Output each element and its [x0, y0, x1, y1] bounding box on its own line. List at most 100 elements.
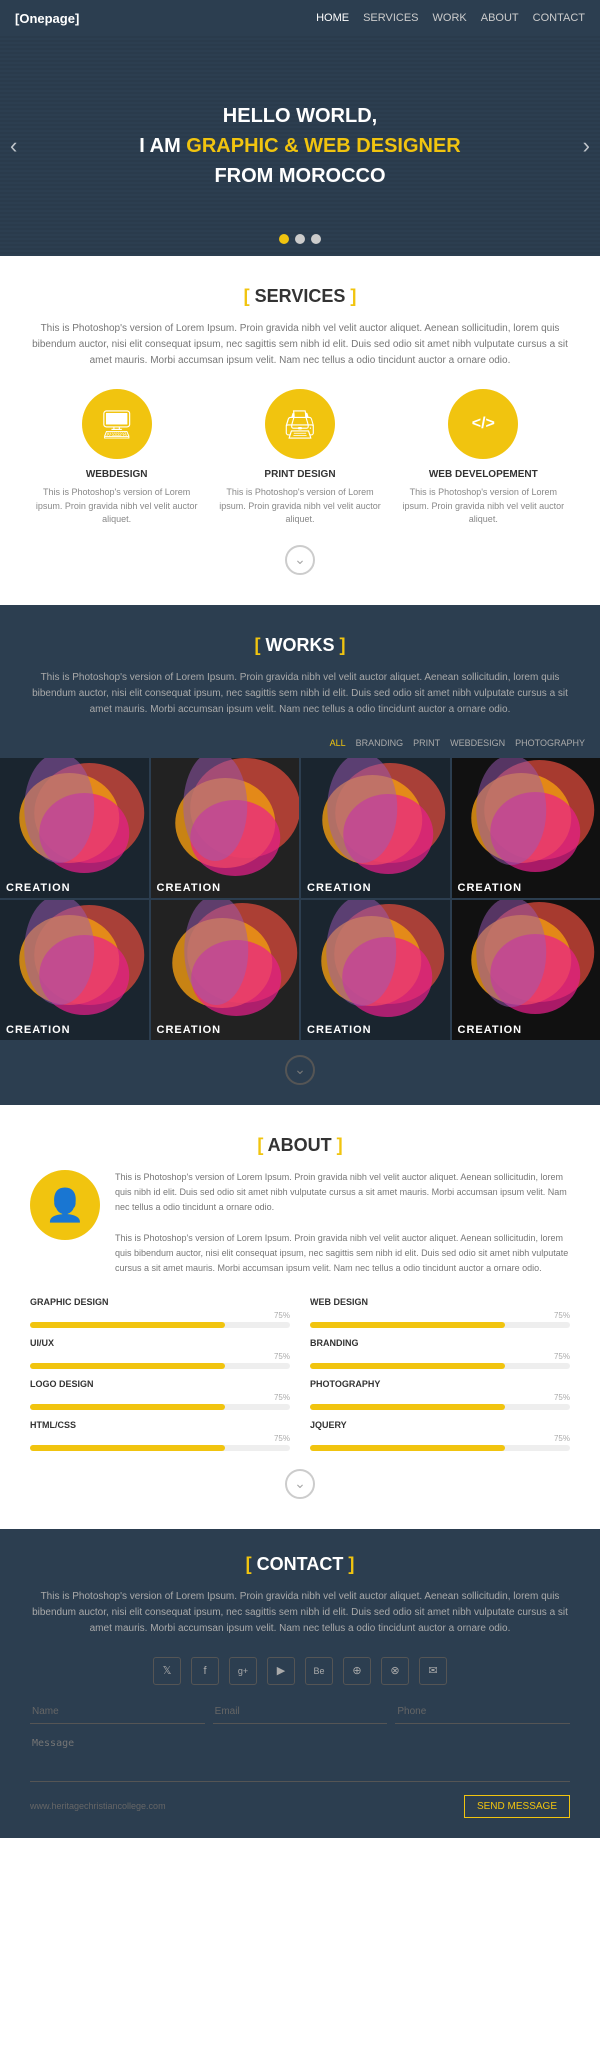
nav-link-about[interactable]: ABOUT [481, 12, 519, 24]
skill-uiux-label: UI/UX [30, 1338, 290, 1348]
skill-uiux-bar [30, 1363, 290, 1369]
contact-send-button[interactable]: SEND MESSAGE [464, 1795, 570, 1818]
works-description: This is Photoshop's version of Lorem Ips… [0, 670, 600, 718]
work-label-5: CREATION [0, 1020, 77, 1040]
skill-photography-label: PHOTOGRAPHY [310, 1379, 570, 1389]
nav-link-work[interactable]: WORK [433, 12, 467, 24]
about-title: [ ABOUT ] [30, 1135, 570, 1156]
work-item-2[interactable]: CREATION [151, 758, 300, 898]
social-facebook[interactable]: f [191, 1657, 219, 1685]
hero-dot-1[interactable] [279, 234, 289, 244]
hero-content: HELLO WORLD, I AM GRAPHIC & WEB DESIGNER… [139, 101, 461, 191]
work-art-4 [452, 758, 600, 898]
skill-jquery-label: JQUERY [310, 1420, 570, 1430]
work-art-2 [151, 758, 300, 898]
social-behance[interactable]: Be [305, 1657, 333, 1685]
work-item-8[interactable]: CREAtION [452, 900, 600, 1040]
filter-photography[interactable]: PHOTOGRAPHY [515, 738, 585, 748]
services-scroll-down[interactable]: ⌄ [30, 545, 570, 575]
contact-message-input[interactable] [30, 1732, 570, 1782]
skill-photography-fill [310, 1404, 505, 1410]
skill-graphic-design-bar [30, 1322, 290, 1328]
skill-branding: BRANDING 75% [310, 1338, 570, 1369]
work-item-1[interactable]: CREATION [0, 758, 149, 898]
hero-prev-arrow[interactable]: ‹ [10, 133, 17, 159]
contact-email-input[interactable] [213, 1700, 388, 1724]
hero-next-arrow[interactable]: › [583, 133, 590, 159]
contact-name-input[interactable] [30, 1700, 205, 1724]
print-desc: This is Photoshop's version of Lorem ips… [213, 486, 386, 527]
scroll-circle-works[interactable]: ⌄ [285, 1055, 315, 1085]
social-globe[interactable]: ⊕ [343, 1657, 371, 1685]
hero-dot-2[interactable] [295, 234, 305, 244]
work-art-7 [301, 900, 450, 1040]
skill-logo-design-bar [30, 1404, 290, 1410]
skill-graphic-design: GRAPHIC DESIGN 75% [30, 1297, 290, 1328]
navbar: [Onepage] HOME SERVICES WORK ABOUT CONTA… [0, 0, 600, 36]
skill-web-design: WEB DESIGN 75% [310, 1297, 570, 1328]
social-twitter[interactable]: 𝕏 [153, 1657, 181, 1685]
scroll-circle-about[interactable]: ⌄ [285, 1469, 315, 1499]
filter-print[interactable]: PRINT [413, 738, 440, 748]
works-scroll-down[interactable]: ⌄ [0, 1055, 600, 1085]
social-youtube[interactable]: ▶ [267, 1657, 295, 1685]
filter-branding[interactable]: BRANDING [356, 738, 404, 748]
webdev-icon: </> [448, 389, 518, 459]
contact-url: www.heritagechristiancollege.com [30, 1801, 166, 1811]
about-text-2: This is Photoshop's version of Lorem Ips… [115, 1231, 570, 1277]
work-item-6[interactable]: CREATION [151, 900, 300, 1040]
services-title-text: SERVICES [255, 286, 346, 306]
social-pinterest[interactable]: ⊗ [381, 1657, 409, 1685]
hero-dot-3[interactable] [311, 234, 321, 244]
skill-graphic-design-pct: 75% [30, 1311, 290, 1320]
work-label-3: CREATION [301, 878, 378, 898]
social-email[interactable]: ✉ [419, 1657, 447, 1685]
service-print: 🖨 PRINT DESIGN This is Photoshop's versi… [213, 389, 386, 527]
hero-section: ‹ HELLO WORLD, I AM GRAPHIC & WEB DESIGN… [0, 36, 600, 256]
skill-logo-design-pct: 75% [30, 1393, 290, 1402]
work-art-6 [151, 900, 300, 1040]
works-filter-bar: ALL BRANDING PRINT WEBDESIGN PHOTOGRAPHY [0, 738, 600, 748]
scroll-circle-services[interactable]: ⌄ [285, 545, 315, 575]
skill-graphic-design-label: GRAPHIC DESIGN [30, 1297, 290, 1307]
skill-jquery-pct: 75% [310, 1434, 570, 1443]
skill-photography: PHOTOGRAPHY 75% [310, 1379, 570, 1410]
about-title-text: ABOUT [268, 1135, 332, 1155]
contact-title: [ CONTACT ] [30, 1554, 570, 1575]
nav-link-home[interactable]: HOME [316, 12, 349, 24]
work-item-7[interactable]: CREATION [301, 900, 450, 1040]
contact-phone-input[interactable] [395, 1700, 570, 1724]
skill-html-css-bar [30, 1445, 290, 1451]
work-label-8: CREAtION [452, 1020, 529, 1040]
skill-jquery: JQUERY 75% [310, 1420, 570, 1451]
works-bracket-open: [ [254, 635, 260, 655]
nav-link-contact[interactable]: CONTACT [533, 12, 585, 24]
social-google-plus[interactable]: g+ [229, 1657, 257, 1685]
skill-graphic-design-fill [30, 1322, 225, 1328]
skill-html-css: HTML/CSS 75% [30, 1420, 290, 1451]
services-bracket-close: ] [350, 286, 356, 306]
skill-jquery-bar [310, 1445, 570, 1451]
social-links: 𝕏 f g+ ▶ Be ⊕ ⊗ ✉ [30, 1657, 570, 1685]
filter-all[interactable]: ALL [330, 738, 346, 748]
skill-photography-pct: 75% [310, 1393, 570, 1402]
contact-title-text: CONTACT [257, 1554, 344, 1574]
work-art-5 [0, 900, 149, 1040]
skill-logo-design-fill [30, 1404, 225, 1410]
work-art-8 [452, 900, 600, 1040]
nav-link-services[interactable]: SERVICES [363, 12, 418, 24]
works-title-text: WORKS [266, 635, 335, 655]
hero-line1: HELLO WORLD, [223, 105, 377, 127]
work-item-3[interactable]: CREATION [301, 758, 450, 898]
skill-branding-pct: 75% [310, 1352, 570, 1361]
skill-web-design-bar [310, 1322, 570, 1328]
about-text-1: This is Photoshop's version of Lorem Ips… [115, 1170, 570, 1216]
work-label-4: CREATION [452, 878, 529, 898]
services-title: [ SERVICES ] [30, 286, 570, 307]
about-scroll-down[interactable]: ⌄ [30, 1469, 570, 1499]
work-item-5[interactable]: CREATION [0, 900, 149, 1040]
skill-web-design-label: WEB DESIGN [310, 1297, 570, 1307]
filter-webdesign[interactable]: WEBDESIGN [450, 738, 505, 748]
work-item-4[interactable]: CREATION [452, 758, 600, 898]
skill-uiux: UI/UX 75% [30, 1338, 290, 1369]
